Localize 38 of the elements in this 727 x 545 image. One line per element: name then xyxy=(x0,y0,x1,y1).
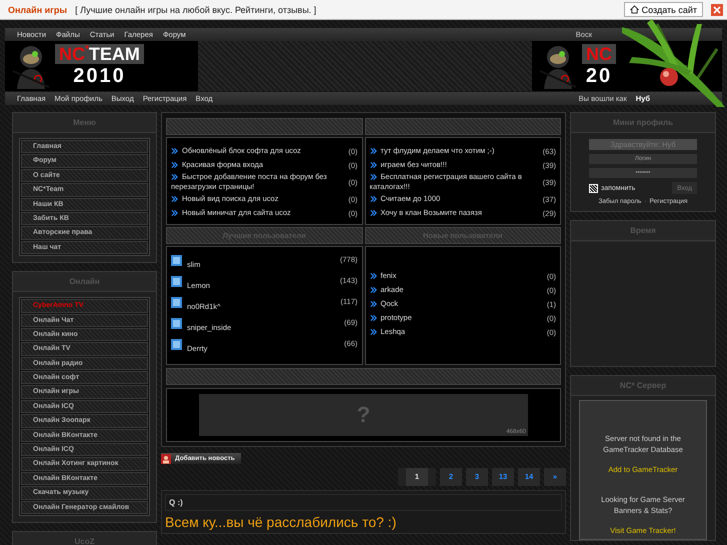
double-chevron-icon xyxy=(370,210,376,216)
double-chevron-icon xyxy=(171,148,178,154)
avatar-icon xyxy=(171,297,182,308)
logo-name: TEAM xyxy=(88,44,140,64)
double-chevron-icon xyxy=(370,273,376,280)
placeholder-mark: ? xyxy=(356,402,370,428)
user-add-icon xyxy=(161,454,171,464)
checkbox[interactable] xyxy=(589,184,598,192)
double-chevron-icon xyxy=(370,148,376,154)
create-site-button[interactable]: Создать сайт xyxy=(624,2,703,17)
site-name-link[interactable]: Онлайн игры xyxy=(8,4,68,14)
double-chevron-icon xyxy=(171,174,178,180)
soldier-drawing xyxy=(11,43,51,89)
post-text: Всем ку...вы чё расслабились то? :) xyxy=(165,513,398,530)
avatar-icon xyxy=(171,339,182,350)
logo-year: 2010 xyxy=(73,64,126,88)
avatar-icon xyxy=(171,276,182,287)
logo-brand: NC xyxy=(59,44,85,64)
avatar-icon xyxy=(171,318,182,329)
double-chevron-icon xyxy=(370,174,376,180)
double-chevron-icon xyxy=(171,210,178,216)
double-chevron-icon xyxy=(171,162,178,168)
double-chevron-icon xyxy=(370,287,376,294)
double-chevron-icon xyxy=(171,196,178,202)
tagline: [ Лучшие онлайн игры на любой вкус. Рейтинги, отзывы. ] xyxy=(75,4,318,14)
home-icon xyxy=(630,5,639,14)
double-chevron-icon xyxy=(370,329,376,336)
double-chevron-icon xyxy=(370,301,376,308)
double-chevron-icon xyxy=(370,196,376,202)
avatar-icon xyxy=(171,255,182,266)
soldier-drawing xyxy=(538,43,578,89)
logo-year: 20 xyxy=(586,64,612,88)
post-title: Q :) xyxy=(165,494,562,511)
close-icon[interactable] xyxy=(711,4,723,16)
logo-asterisk-text: * xyxy=(85,44,89,56)
double-chevron-icon xyxy=(370,315,376,322)
double-chevron-icon xyxy=(370,162,376,168)
logo-brand: NC xyxy=(586,44,612,64)
